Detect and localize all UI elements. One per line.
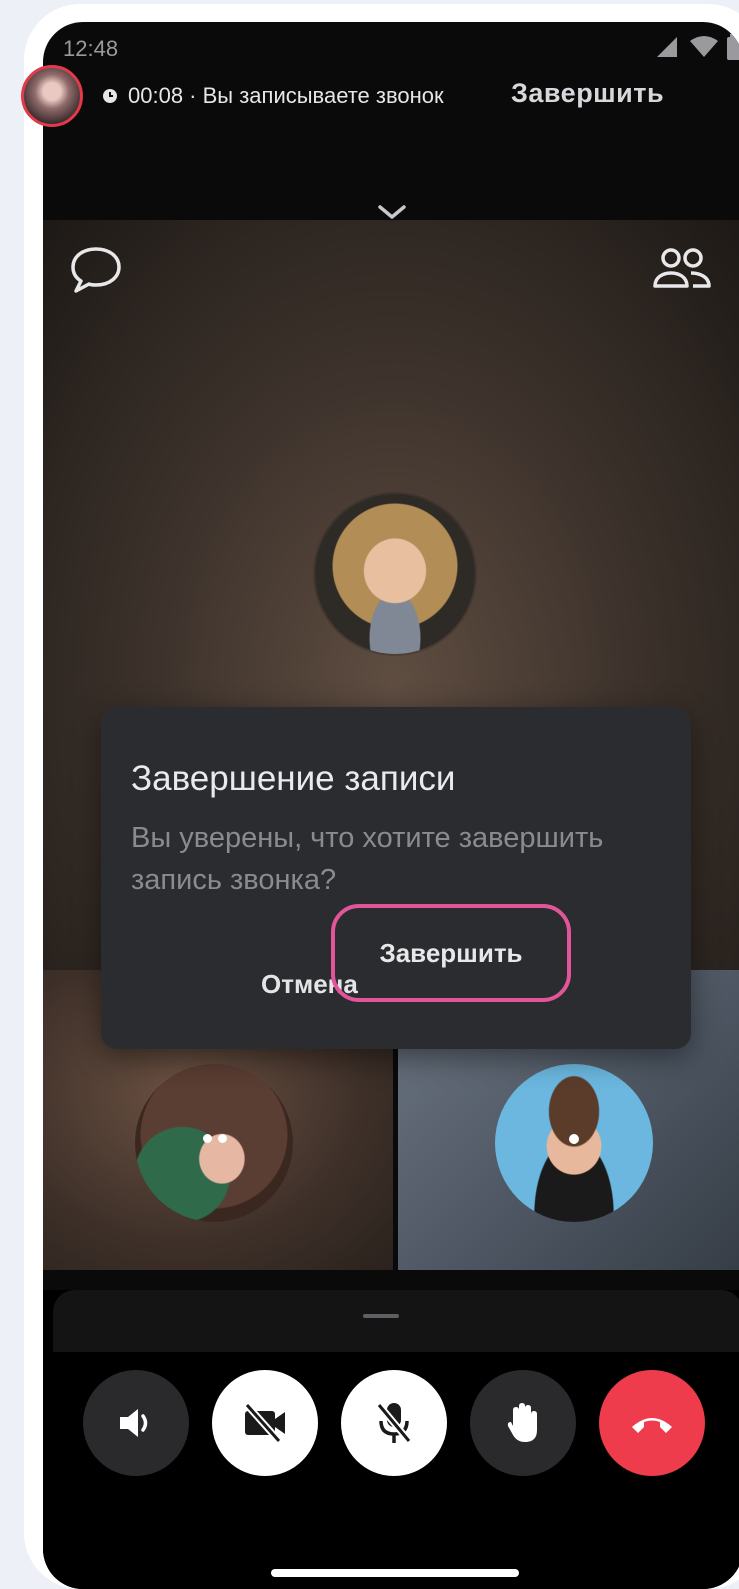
system-icons [655, 34, 739, 60]
participant-avatar-left [135, 1064, 293, 1222]
camera-toggle-button[interactable] [212, 1370, 318, 1476]
confirm-end-button[interactable]: Завершить [331, 904, 571, 1002]
clock-icon [103, 89, 117, 103]
camera-off-icon [244, 1402, 285, 1444]
raise-hand-icon [507, 1403, 537, 1442]
collapse-button[interactable] [375, 202, 409, 227]
recording-status: 00:08 · Вы записываете звонок [102, 83, 444, 109]
chat-bubble-icon [71, 247, 121, 293]
recording-avatar[interactable] [21, 65, 83, 127]
participants-icon [653, 248, 711, 288]
phone-screen: 12:48 Завершение записи Вы уверены, что … [43, 22, 739, 1589]
mic-toggle-button[interactable] [341, 1370, 447, 1476]
participants-button[interactable] [651, 244, 713, 303]
speaker-icon [120, 1409, 148, 1437]
hang-up-button[interactable] [599, 1370, 705, 1476]
speaker-avatar [315, 494, 475, 654]
battery-icon [727, 34, 739, 60]
end-recording-link[interactable]: Завершить [511, 78, 664, 109]
dialog-message: Вы уверены, что хотите завершить запись … [131, 822, 604, 896]
hang-up-icon [632, 1418, 672, 1433]
sheet-grabber[interactable] [363, 1314, 399, 1318]
speaking-indicator-left [203, 1134, 227, 1143]
speaking-indicator-right [569, 1134, 579, 1144]
status-time: 12:48 [63, 36, 119, 61]
dialog-title: Завершение записи [131, 759, 456, 798]
home-indicator[interactable] [271, 1569, 519, 1577]
chevron-down-icon [378, 205, 406, 219]
speaker-button[interactable] [83, 1370, 189, 1476]
wifi-icon [690, 36, 718, 57]
raise-hand-button[interactable] [470, 1370, 576, 1476]
signal-icon [657, 37, 677, 57]
recording-timer-text: 00:08 · Вы записываете звонок [128, 83, 444, 108]
chat-button[interactable] [68, 244, 124, 301]
mic-off-icon [376, 1402, 412, 1444]
controls-sheet-header[interactable] [53, 1290, 739, 1352]
